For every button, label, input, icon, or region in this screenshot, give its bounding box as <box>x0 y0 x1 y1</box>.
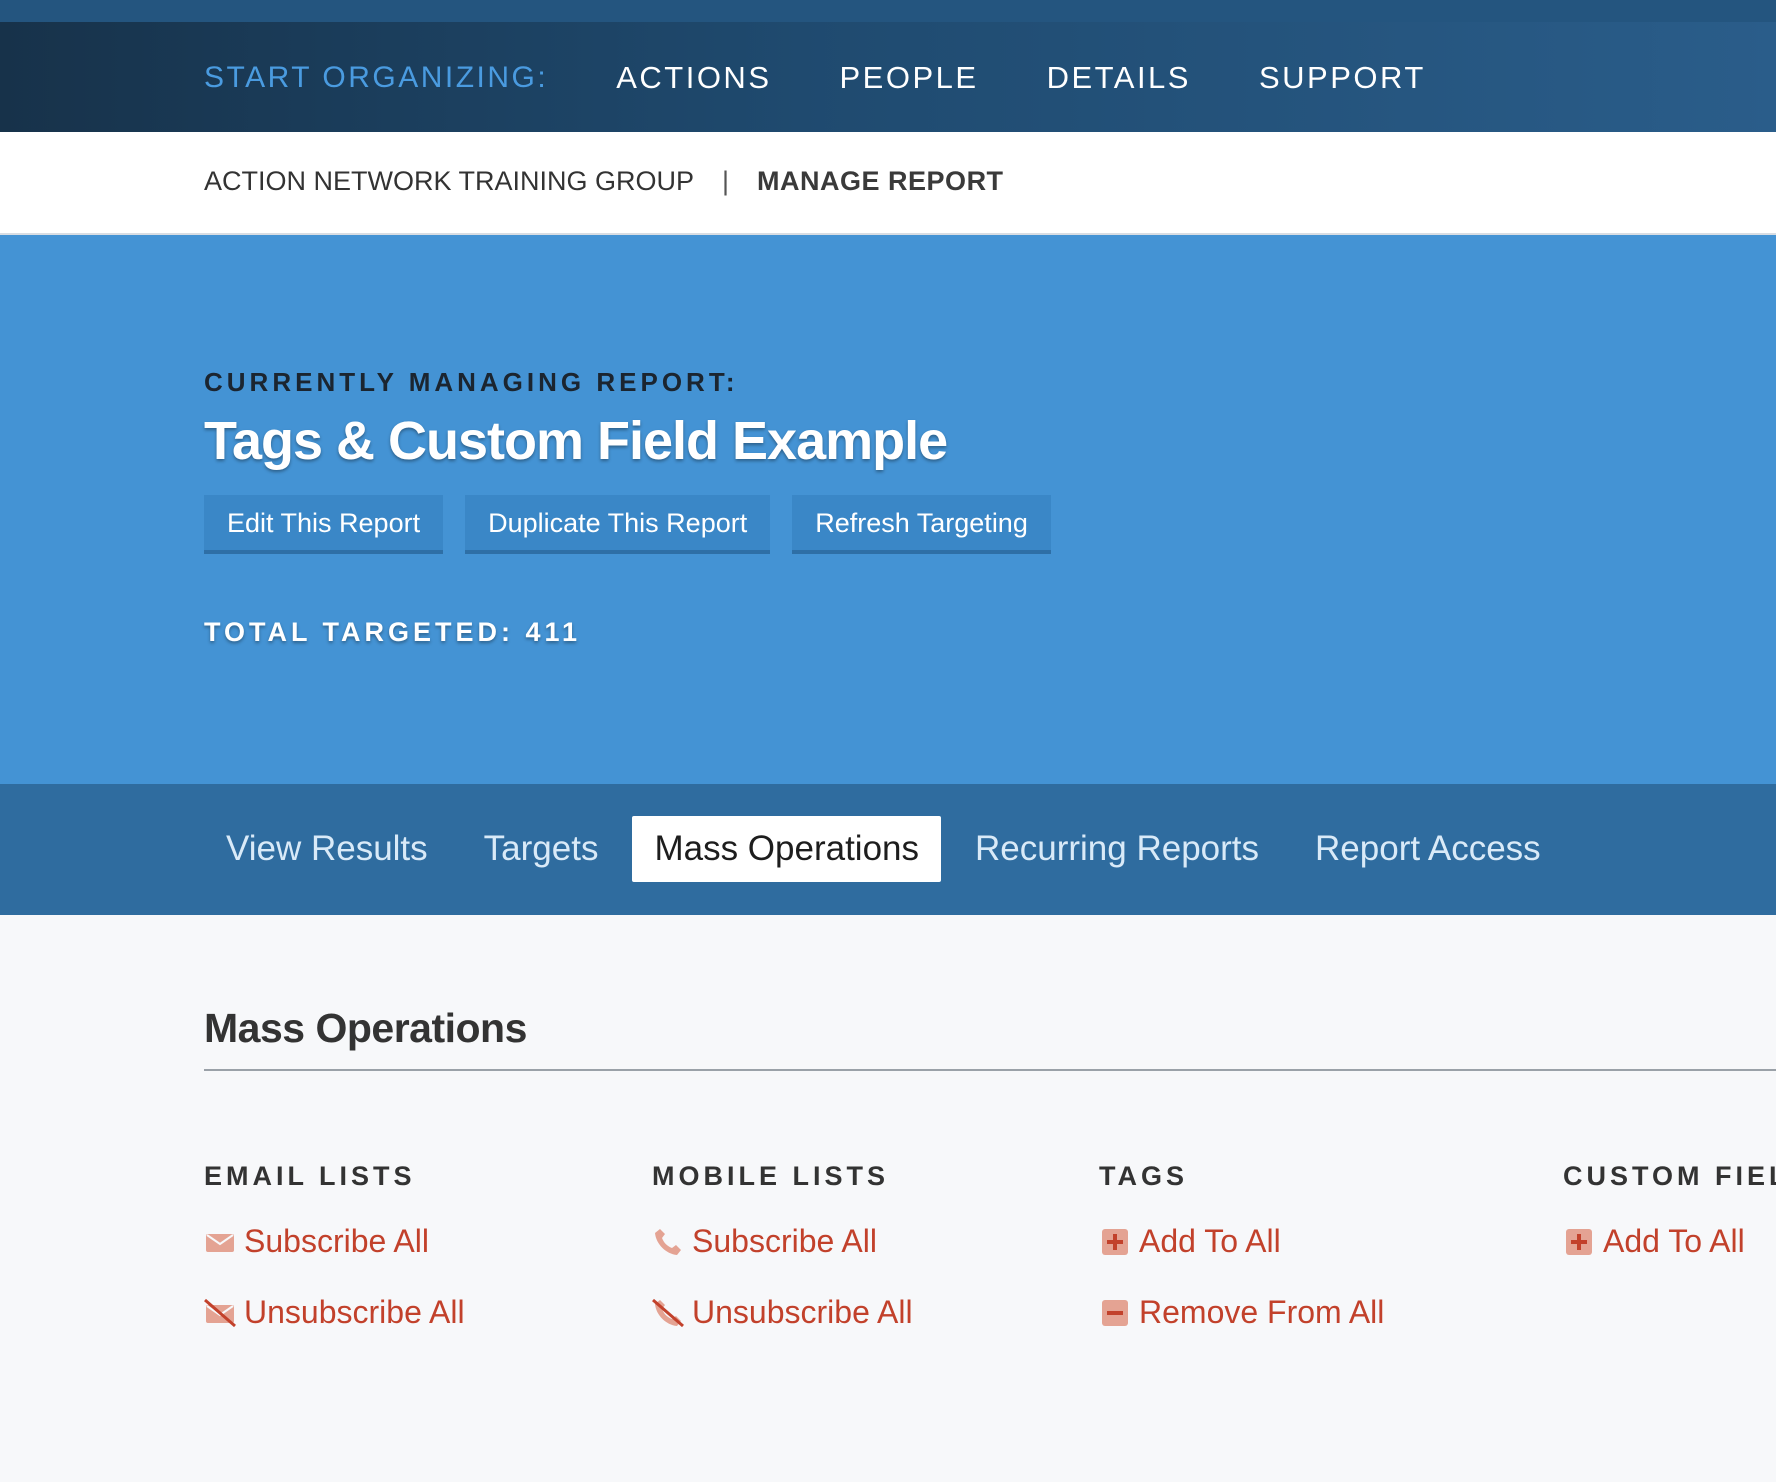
envelope-slash-icon <box>204 1298 236 1327</box>
tags-add-to-all-link[interactable]: Add To All <box>1099 1223 1281 1260</box>
custom-fields-add-to-all-label: Add To All <box>1603 1223 1745 1259</box>
custom-fields-heading: CUSTOM FIEL <box>1563 1161 1776 1191</box>
top-nav: START ORGANIZING: ACTIONS PEOPLE DETAILS… <box>0 0 1776 132</box>
report-tabs: View Results Targets Mass Operations Rec… <box>0 784 1776 915</box>
breadcrumb: ACTION NETWORK TRAINING GROUP | MANAGE R… <box>0 132 1776 235</box>
tab-recurring-reports[interactable]: Recurring Reports <box>953 816 1281 882</box>
custom-fields-add-to-all-link[interactable]: Add To All <box>1563 1223 1745 1260</box>
nav-support[interactable]: SUPPORT <box>1259 60 1426 96</box>
edit-report-button[interactable]: Edit This Report <box>204 495 444 554</box>
nav-people[interactable]: PEOPLE <box>840 60 979 96</box>
breadcrumb-group[interactable]: ACTION NETWORK TRAINING GROUP <box>204 166 694 197</box>
report-header: CURRENTLY MANAGING REPORT: Tags & Custom… <box>0 235 1776 784</box>
mobile-lists-column: MOBILE LISTS Subscribe All Unsubscribe A… <box>652 1161 913 1330</box>
start-organizing-label: START ORGANIZING: <box>204 61 549 94</box>
mobile-lists-heading: MOBILE LISTS <box>652 1161 889 1191</box>
report-actions: Edit This Report Duplicate This Report R… <box>204 495 1051 554</box>
mobile-subscribe-all-label: Subscribe All <box>692 1223 877 1259</box>
tags-add-to-all-label: Add To All <box>1139 1223 1281 1259</box>
mass-operations-panel: Mass Operations EMAIL LISTS Subscribe Al… <box>0 915 1776 1482</box>
tags-heading: TAGS <box>1099 1161 1188 1191</box>
custom-fields-column: CUSTOM FIEL Add To All <box>1563 1161 1776 1259</box>
tab-report-access[interactable]: Report Access <box>1293 816 1563 882</box>
email-lists-column: EMAIL LISTS Subscribe All Unsubscribe Al… <box>204 1161 465 1330</box>
phone-slash-icon <box>652 1298 684 1327</box>
email-unsubscribe-all-link[interactable]: Unsubscribe All <box>204 1294 465 1331</box>
email-subscribe-all-link[interactable]: Subscribe All <box>204 1223 429 1260</box>
minus-square-icon <box>1102 1299 1128 1326</box>
section-divider <box>204 1069 1776 1071</box>
tab-view-results[interactable]: View Results <box>204 816 450 882</box>
mobile-subscribe-all-link[interactable]: Subscribe All <box>652 1223 877 1260</box>
tags-column: TAGS Add To All Remove From All <box>1099 1161 1384 1330</box>
tags-remove-from-all-label: Remove From All <box>1139 1294 1385 1330</box>
mobile-unsubscribe-all-label: Unsubscribe All <box>692 1294 913 1330</box>
nav-details[interactable]: DETAILS <box>1047 60 1191 96</box>
nav-actions[interactable]: ACTIONS <box>616 60 771 96</box>
report-title: Tags & Custom Field Example <box>204 411 948 471</box>
envelope-icon <box>206 1233 234 1252</box>
tab-targets[interactable]: Targets <box>462 816 621 882</box>
email-subscribe-all-label: Subscribe All <box>244 1223 429 1259</box>
tags-remove-from-all-link[interactable]: Remove From All <box>1099 1294 1384 1331</box>
breadcrumb-separator: | <box>722 166 730 196</box>
total-targeted: TOTAL TARGETED: 411 <box>204 617 582 647</box>
duplicate-report-button[interactable]: Duplicate This Report <box>465 495 771 554</box>
phone-icon <box>655 1228 681 1255</box>
breadcrumb-current: MANAGE REPORT <box>757 166 1004 196</box>
email-lists-heading: EMAIL LISTS <box>204 1161 416 1191</box>
mobile-unsubscribe-all-link[interactable]: Unsubscribe All <box>652 1294 913 1331</box>
plus-square-icon <box>1566 1228 1592 1255</box>
section-heading: Mass Operations <box>204 1005 527 1051</box>
currently-managing-label: CURRENTLY MANAGING REPORT: <box>204 367 739 397</box>
refresh-targeting-button[interactable]: Refresh Targeting <box>792 495 1051 554</box>
plus-square-icon <box>1102 1228 1128 1255</box>
email-unsubscribe-all-label: Unsubscribe All <box>244 1294 465 1330</box>
tab-mass-operations[interactable]: Mass Operations <box>632 816 942 882</box>
